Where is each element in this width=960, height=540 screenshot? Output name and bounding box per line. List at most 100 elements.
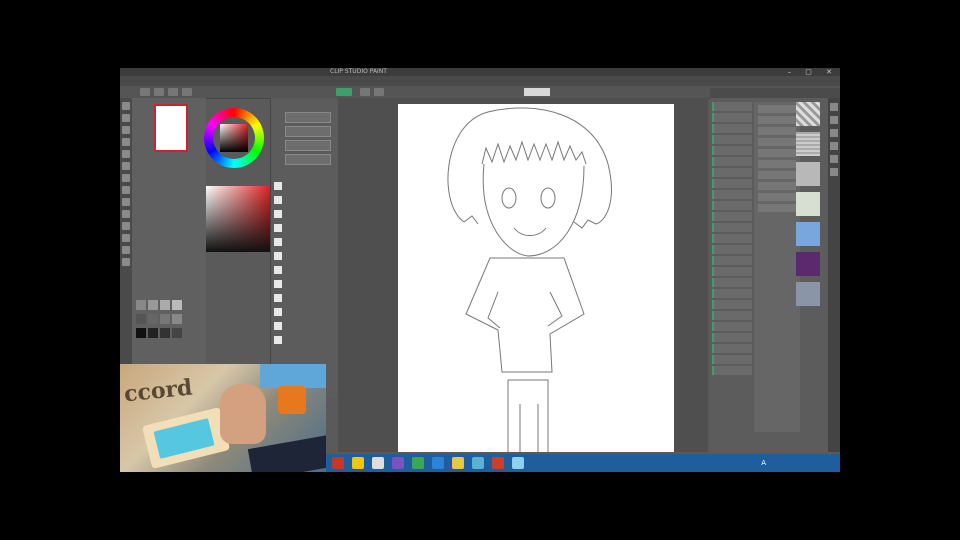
material-item[interactable] [758,116,796,124]
layer-item[interactable] [712,179,752,188]
material-item[interactable] [758,204,796,212]
color-square[interactable] [220,124,248,152]
color-swatch[interactable] [160,300,170,310]
layer-item[interactable] [712,113,752,122]
ruler-icon[interactable] [122,258,130,266]
fill-icon[interactable] [122,222,130,230]
color-swatch[interactable] [160,314,170,324]
checkbox[interactable] [274,210,282,218]
material-thumbnail[interactable] [796,102,820,126]
material-item[interactable] [758,149,796,157]
checkbox[interactable] [274,252,282,260]
material-item[interactable] [758,138,796,146]
eyedropper-icon[interactable] [122,150,130,158]
material-thumbnail[interactable] [796,192,820,216]
zoom-icon[interactable] [122,102,130,110]
eraser-icon[interactable] [122,210,130,218]
new-icon[interactable] [140,88,150,96]
color-swatch[interactable] [172,314,182,324]
window-controls[interactable]: – ▢ ✕ [788,68,838,76]
color-slider-area[interactable] [206,186,270,252]
material-item[interactable] [758,127,796,135]
color-swatch[interactable] [160,328,170,338]
layer-item[interactable] [712,289,752,298]
layer-item[interactable] [712,201,752,210]
select-icon[interactable] [122,126,130,134]
gradient-icon[interactable] [122,234,130,242]
material-thumbnail[interactable] [796,162,820,186]
explorer-icon[interactable] [352,457,364,469]
chrome-icon[interactable] [412,457,424,469]
checkbox[interactable] [274,196,282,204]
mail-icon[interactable] [392,457,404,469]
layer-item[interactable] [712,366,752,375]
text-icon[interactable] [122,246,130,254]
tool-icon[interactable] [374,88,384,96]
material-thumbnail[interactable] [796,252,820,276]
undo-icon[interactable] [182,88,192,96]
drawing-canvas[interactable] [398,104,674,452]
canvas-area[interactable] [338,98,708,452]
mode-toggle[interactable] [336,88,352,96]
save-icon[interactable] [168,88,178,96]
color-swatch[interactable] [136,300,146,310]
layer-item[interactable] [712,190,752,199]
store-icon[interactable] [372,457,384,469]
pencil-icon[interactable] [122,174,130,182]
checkbox[interactable] [274,182,282,190]
media-icon[interactable] [492,457,504,469]
material-item[interactable] [758,105,796,113]
checkbox[interactable] [274,294,282,302]
checkbox[interactable] [274,238,282,246]
layer-item[interactable] [712,234,752,243]
material-thumbnail[interactable] [796,132,820,156]
lasso-icon[interactable] [122,138,130,146]
paint-icon[interactable] [432,457,444,469]
layer-item[interactable] [712,157,752,166]
move-icon[interactable] [122,114,130,122]
layer-item[interactable] [712,300,752,309]
checkbox[interactable] [274,308,282,316]
panel-icon[interactable] [830,116,838,124]
layer-item[interactable] [712,311,752,320]
layer-item[interactable] [712,344,752,353]
color-swatch[interactable] [172,300,182,310]
layer-item[interactable] [712,212,752,221]
browser-icon[interactable] [332,457,344,469]
pen-icon[interactable] [122,162,130,170]
color-swatch[interactable] [172,328,182,338]
color-wheel[interactable] [204,108,264,168]
checkbox[interactable] [274,336,282,344]
tool-icon[interactable] [360,88,370,96]
subtool-row[interactable] [285,154,331,165]
navigator-thumbnail[interactable] [154,104,188,152]
subtool-row[interactable] [285,126,331,137]
layer-item[interactable] [712,256,752,265]
layer-item[interactable] [712,168,752,177]
layer-item[interactable] [712,278,752,287]
folder-icon[interactable] [472,457,484,469]
panel-tabs[interactable] [710,88,840,98]
layer-item[interactable] [712,135,752,144]
panel-icon[interactable] [830,155,838,163]
layer-item[interactable] [712,245,752,254]
checkbox[interactable] [274,280,282,288]
layer-item[interactable] [712,267,752,276]
input-language[interactable]: A [761,459,766,467]
checkbox[interactable] [274,224,282,232]
layer-item[interactable] [712,102,752,111]
panel-icon[interactable] [830,168,838,176]
open-icon[interactable] [154,88,164,96]
layer-item[interactable] [712,355,752,364]
checkbox[interactable] [274,322,282,330]
material-item[interactable] [758,182,796,190]
settings-icon[interactable] [512,457,524,469]
clip-studio-icon[interactable] [452,457,464,469]
layer-item[interactable] [712,322,752,331]
subtool-row[interactable] [285,112,331,123]
material-thumbnail[interactable] [796,222,820,246]
layer-item[interactable] [712,124,752,133]
layer-item[interactable] [712,333,752,342]
brush-icon[interactable] [122,186,130,194]
material-item[interactable] [758,160,796,168]
